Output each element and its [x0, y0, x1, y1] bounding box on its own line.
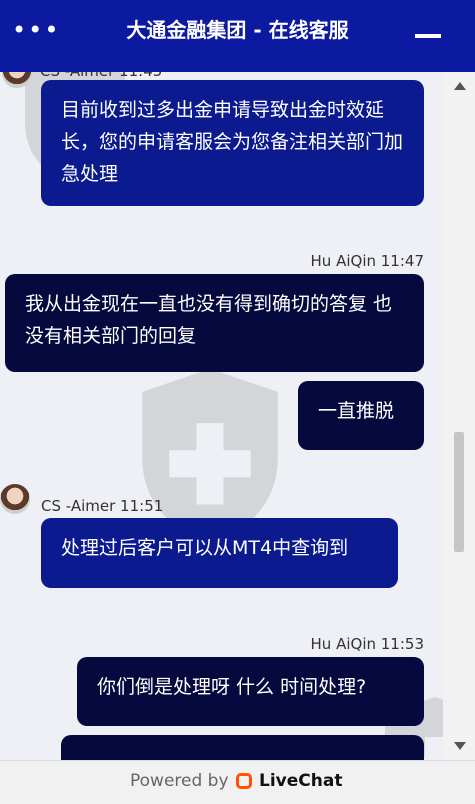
user-message-bubble: 你们倒是处理呀 什么 时间处理?: [77, 657, 424, 726]
powered-by-label: Powered by: [130, 771, 229, 791]
chat-title: 大通金融集团 - 在线客服: [126, 18, 349, 42]
message-meta: Hu AiQin 11:53: [310, 635, 424, 653]
user-message-bubble: 一直推脱: [298, 381, 424, 450]
livechat-logo-icon: [236, 773, 252, 789]
scroll-thumb[interactable]: [454, 432, 464, 552]
chat-header: ••• 大通金融集团 - 在线客服: [0, 0, 475, 72]
scroll-down-icon[interactable]: [454, 742, 466, 750]
user-message-bubble: 我从出金现在一直也没有得到确切的答复 也没有相关部门的回复: [5, 274, 424, 372]
footer: Powered by LiveChat: [0, 760, 475, 804]
user-message-bubble: [61, 735, 424, 760]
scrollbar[interactable]: [443, 72, 475, 760]
message-meta: CS -Aimer 11:51: [41, 497, 164, 515]
message-meta: CS -Aimer 11:45: [40, 72, 162, 80]
message-meta: Hu AiQin 11:47: [310, 252, 424, 270]
minimize-icon[interactable]: [415, 34, 441, 38]
agent-message-bubble: 处理过后客户可以从MT4中查询到: [41, 518, 398, 588]
livechat-brand-link[interactable]: LiveChat: [259, 771, 342, 791]
agent-message-bubble: 目前收到过多出金申请导致出金时效延长，您的申请客服会为您备注相关部门加急处理: [41, 80, 424, 206]
message-list[interactable]: CS -Aimer 11:45 目前收到过多出金申请导致出金时效延长，您的申请客…: [0, 72, 443, 760]
agent-avatar: [0, 484, 30, 514]
scroll-up-icon[interactable]: [454, 82, 466, 90]
